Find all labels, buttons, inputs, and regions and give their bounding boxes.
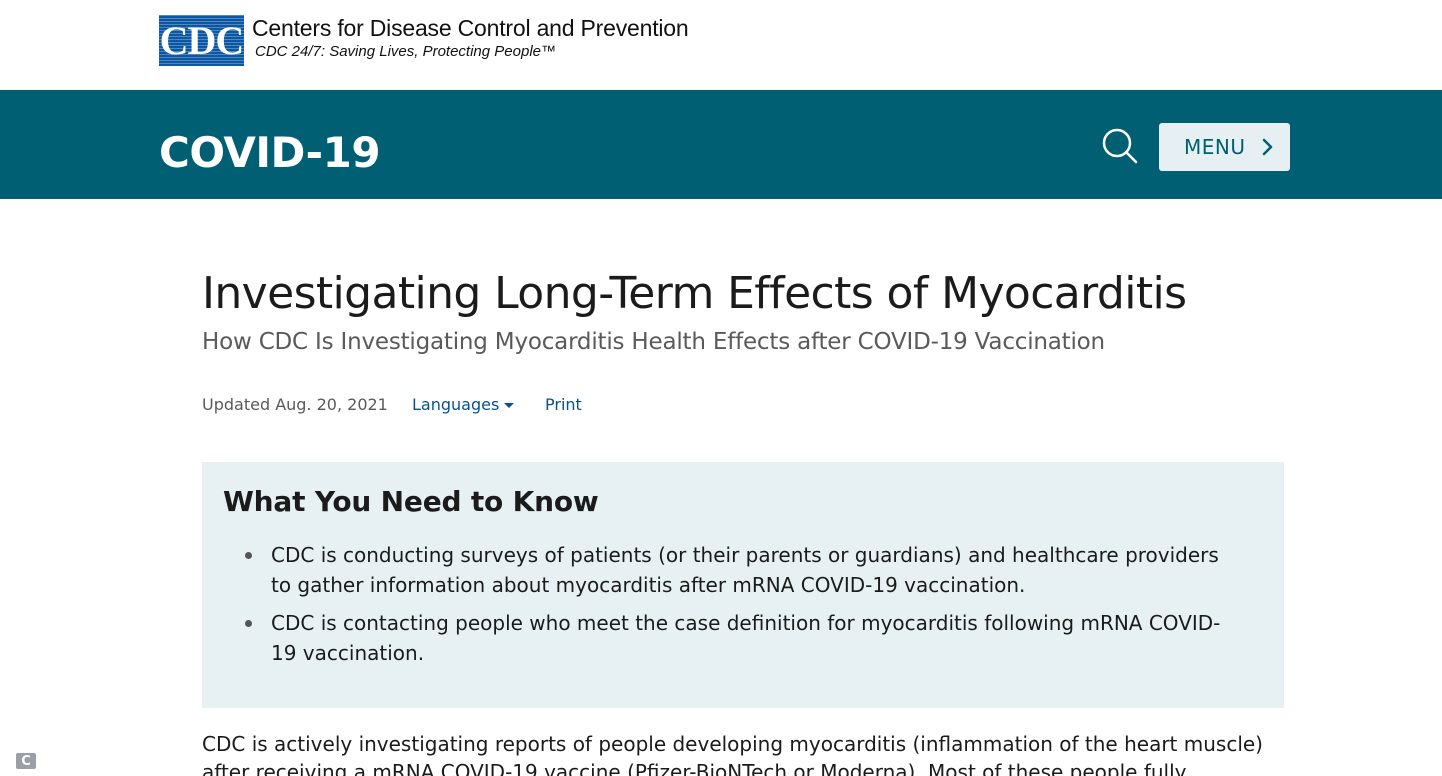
intro-paragraph: CDC is actively investigating reports of… [202,732,1263,776]
languages-dropdown[interactable]: Languages [412,395,515,414]
page-subtitle: How CDC Is Investigating Myocarditis Hea… [202,329,1105,355]
menu-label: MENU [1184,135,1246,159]
search-button[interactable] [1100,127,1140,167]
feedback-widget-icon[interactable]: C [16,753,36,769]
page-title: Investigating Long-Term Effects of Myoca… [202,268,1187,319]
print-link[interactable]: Print [545,395,582,414]
callout-title: What You Need to Know [223,485,599,518]
list-item-text: CDC is contacting people who meet the ca… [271,611,1221,665]
caret-down-icon [504,403,515,408]
cdc-logo-link[interactable]: CDC Centers for Disease Control and Prev… [159,15,689,66]
topic-title[interactable]: COVID-19 [159,128,381,177]
org-tagline: CDC 24/7: Saving Lives, Protecting Peopl… [255,43,556,60]
menu-button[interactable]: MENU [1159,123,1290,171]
logo-letters: CDC [159,18,244,63]
topic-banner: COVID-19 MENU [0,90,1442,199]
cdc-logo: CDC [159,15,244,66]
chevron-right-icon [1262,138,1272,156]
languages-label: Languages [412,395,500,414]
bullet-icon [245,552,252,559]
search-icon [1102,128,1138,164]
key-points-list: CDC is conducting surveys of patients (o… [242,540,1242,676]
logo-text: Centers for Disease Control and Preventi… [252,15,689,60]
list-item: CDC is conducting surveys of patients (o… [242,540,1242,600]
site-header: CDC Centers for Disease Control and Prev… [0,0,1442,90]
updated-date: Updated Aug. 20, 2021 [202,395,388,414]
list-item: CDC is contacting people who meet the ca… [242,608,1242,668]
key-points-callout: What You Need to Know CDC is conducting … [202,462,1284,708]
list-item-text: CDC is conducting surveys of patients (o… [271,543,1219,597]
org-name: Centers for Disease Control and Preventi… [252,15,689,41]
bullet-icon [245,620,252,627]
